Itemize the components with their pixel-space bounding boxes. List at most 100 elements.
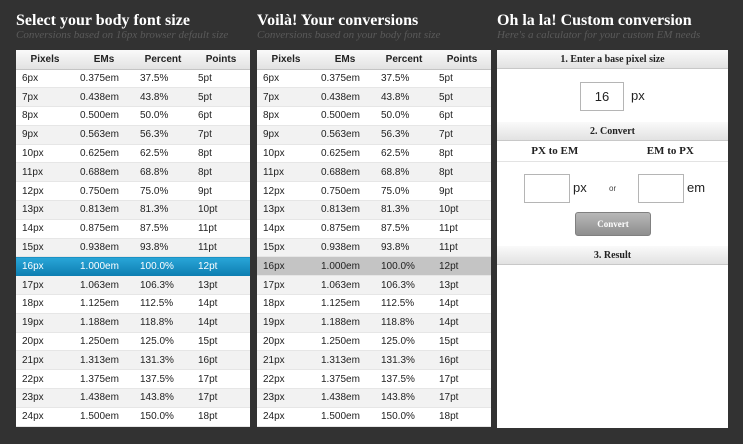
table-cell: 10pt xyxy=(433,200,491,220)
table-row[interactable]: 10px 0.625em 62.5% 8pt xyxy=(16,144,250,164)
table-cell: 68.8% xyxy=(134,162,192,183)
table-cell: 17pt xyxy=(192,369,250,390)
step2-header: 2. Convert xyxy=(497,122,728,141)
table-row[interactable]: 19px 1.188em 118.8% 14pt xyxy=(16,313,250,333)
table-cell: 1.313em xyxy=(315,350,375,371)
table-row[interactable]: 17px 1.063em 106.3% 13pt xyxy=(16,275,250,296)
table-cell: 93.8% xyxy=(375,238,433,258)
table-row: 6px 0.375em 37.5% 5pt xyxy=(257,69,491,89)
table-cell: 112.5% xyxy=(375,294,433,314)
table-cell: 6pt xyxy=(433,106,491,126)
table-cell: 106.3% xyxy=(134,275,192,296)
table-cell: 12pt xyxy=(433,256,491,277)
table-header-row: Pixels EMs Percent Points xyxy=(257,50,491,70)
table-row[interactable]: 20px 1.250em 125.0% 15pt xyxy=(16,332,250,352)
table-cell: 37.5% xyxy=(375,69,433,89)
table-cell: 11pt xyxy=(192,219,250,239)
table-row[interactable]: 7px 0.438em 43.8% 5pt xyxy=(16,87,250,108)
table-cell: 50.0% xyxy=(375,106,433,126)
table-row: 10px 0.625em 62.5% 8pt xyxy=(257,144,491,164)
table-cell: 112.5% xyxy=(134,294,192,314)
column-header: Points xyxy=(433,50,491,70)
table-cell: 16pt xyxy=(192,350,250,371)
table-cell: 11px xyxy=(16,162,74,183)
convert-button[interactable]: Convert xyxy=(575,212,651,236)
table-cell: 0.688em xyxy=(74,162,134,183)
table-cell: 131.3% xyxy=(375,350,433,371)
table-cell: 17pt xyxy=(192,388,250,408)
table-cell: 21px xyxy=(257,350,315,371)
table-cell: 24px xyxy=(257,407,315,427)
table-cell: 131.3% xyxy=(134,350,192,371)
table-cell: 0.625em xyxy=(74,144,134,164)
table-row[interactable]: 8px 0.500em 50.0% 6pt xyxy=(16,106,250,126)
table-cell: 14px xyxy=(16,219,74,239)
table-cell: 1.250em xyxy=(74,332,134,352)
table-cell: 22px xyxy=(257,369,315,390)
table-row: 21px 1.313em 131.3% 16pt xyxy=(257,350,491,371)
table-cell: 100.0% xyxy=(134,256,192,277)
table-cell: 14pt xyxy=(433,313,491,333)
step3-header: 3. Result xyxy=(497,246,728,265)
table-cell: 23px xyxy=(16,388,74,408)
table-cell: 6px xyxy=(16,69,74,89)
table-row: 15px 0.938em 93.8% 11pt xyxy=(257,238,491,258)
custom-conversion-panel: 1. Enter a base pixel size 16 px 2. Conv… xyxy=(497,50,728,428)
table-row[interactable]: 24px 1.500em 150.0% 18pt xyxy=(16,407,250,427)
table-cell: 13px xyxy=(257,200,315,220)
table-cell: 150.0% xyxy=(134,407,192,427)
table-cell: 11pt xyxy=(192,238,250,258)
table-cell: 87.5% xyxy=(134,219,192,239)
table-cell: 13pt xyxy=(433,275,491,296)
table-cell: 150.0% xyxy=(375,407,433,427)
selected-table-row[interactable]: 16px 1.000em 100.0% 12pt xyxy=(16,256,250,277)
table-cell: 62.5% xyxy=(375,144,433,164)
table-cell: 0.500em xyxy=(315,106,375,126)
table-row[interactable]: 9px 0.563em 56.3% 7pt xyxy=(16,125,250,145)
table-cell: 143.8% xyxy=(375,388,433,408)
table-cell: 137.5% xyxy=(375,369,433,390)
table-row[interactable]: 12px 0.750em 75.0% 9pt xyxy=(16,181,250,202)
table-cell: 0.750em xyxy=(315,181,375,202)
table-cell: 1.188em xyxy=(74,313,134,333)
table-cell: 17pt xyxy=(433,388,491,408)
column-header: Pixels xyxy=(257,50,315,70)
table-cell: 14pt xyxy=(192,313,250,333)
table-row[interactable]: 11px 0.688em 68.8% 8pt xyxy=(16,162,250,183)
table-cell: 8pt xyxy=(433,162,491,183)
result-section xyxy=(497,265,728,444)
table-cell: 9px xyxy=(257,125,315,145)
table-row: 19px 1.188em 118.8% 14pt xyxy=(257,313,491,333)
table-row[interactable]: 23px 1.438em 143.8% 17pt xyxy=(16,388,250,408)
table-cell: 106.3% xyxy=(375,275,433,296)
table-row: 14px 0.875em 87.5% 11pt xyxy=(257,219,491,239)
base-pixel-input[interactable]: 16 xyxy=(580,82,624,111)
table-cell: 18px xyxy=(257,294,315,314)
px-input[interactable] xyxy=(524,174,570,203)
table-row[interactable]: 14px 0.875em 87.5% 11pt xyxy=(16,219,250,239)
table-row[interactable]: 21px 1.313em 131.3% 16pt xyxy=(16,350,250,371)
table-cell: 1.375em xyxy=(315,369,375,390)
table-row[interactable]: 18px 1.125em 112.5% 14pt xyxy=(16,294,250,314)
table-row[interactable]: 13px 0.813em 81.3% 10pt xyxy=(16,200,250,220)
table-cell: 0.875em xyxy=(74,219,134,239)
table-cell: 15px xyxy=(16,238,74,258)
table-row[interactable]: 15px 0.938em 93.8% 11pt xyxy=(16,238,250,258)
table-row: 8px 0.500em 50.0% 6pt xyxy=(257,106,491,126)
table-cell: 19px xyxy=(16,313,74,333)
table-cell: 143.8% xyxy=(134,388,192,408)
table-cell: 15pt xyxy=(192,332,250,352)
table-cell: 137.5% xyxy=(134,369,192,390)
table-cell: 20px xyxy=(16,332,74,352)
table-cell: 81.3% xyxy=(134,200,192,220)
step1-header: 1. Enter a base pixel size xyxy=(497,50,728,69)
table-cell: 9pt xyxy=(192,181,250,202)
em-input[interactable] xyxy=(638,174,684,203)
table-cell: 18pt xyxy=(192,407,250,427)
table-row[interactable]: 22px 1.375em 137.5% 17pt xyxy=(16,369,250,390)
table-cell: 13pt xyxy=(192,275,250,296)
table-row[interactable]: 6px 0.375em 37.5% 5pt xyxy=(16,69,250,89)
table-cell: 23px xyxy=(257,388,315,408)
custom-conversion-column: Oh la la! Custom conversion Here's a cal… xyxy=(497,0,728,428)
column-header: Percent xyxy=(375,50,433,70)
